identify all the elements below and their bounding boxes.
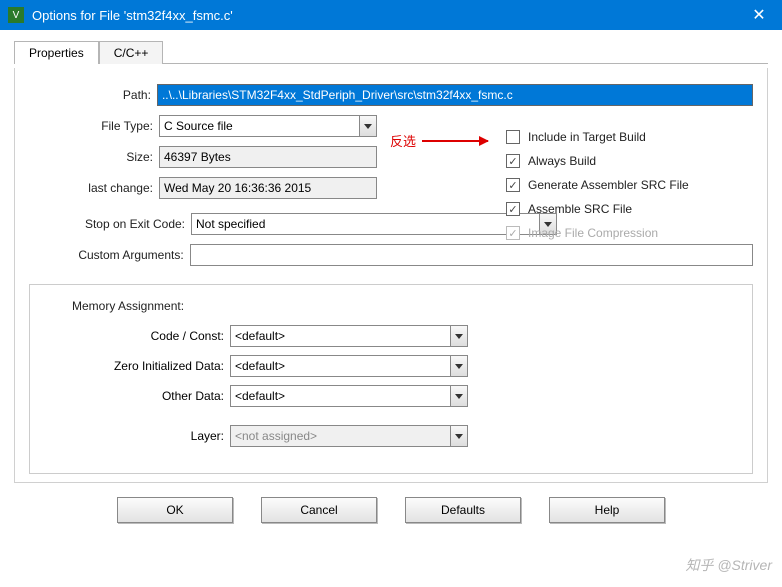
- filetype-label: File Type:: [29, 119, 159, 133]
- ok-button[interactable]: OK: [117, 497, 233, 523]
- help-button[interactable]: Help: [549, 497, 665, 523]
- filetype-input[interactable]: [159, 115, 359, 137]
- cancel-button[interactable]: Cancel: [261, 497, 377, 523]
- filetype-dropdown-button[interactable]: [359, 115, 377, 137]
- zero-init-combo[interactable]: [230, 355, 468, 377]
- filetype-combo[interactable]: [159, 115, 377, 137]
- title-bar: V Options for File 'stm32f4xx_fsmc.c' ✕: [0, 0, 782, 30]
- memory-title: Memory Assignment:: [44, 299, 738, 313]
- layer-label: Layer:: [44, 429, 230, 443]
- customargs-input[interactable]: [190, 244, 753, 266]
- zero-init-input[interactable]: [230, 355, 450, 377]
- window-title: Options for File 'stm32f4xx_fsmc.c': [32, 8, 736, 23]
- button-row: OK Cancel Defaults Help: [14, 497, 768, 523]
- other-data-input[interactable]: [230, 385, 450, 407]
- dialog-body: Properties C/C++ Path: File Type: Size: …: [0, 30, 782, 533]
- checkbox-column: Include in Target Build Always Build Gen…: [506, 130, 689, 240]
- app-icon: V: [8, 7, 24, 23]
- always-build-label: Always Build: [528, 154, 596, 168]
- stopcode-combo[interactable]: [191, 213, 557, 235]
- include-target-label: Include in Target Build: [528, 130, 646, 144]
- annotation-arrow-icon: [422, 140, 488, 142]
- path-label: Path:: [29, 88, 157, 102]
- tab-strip: Properties C/C++: [14, 40, 768, 64]
- gen-asm-checkbox[interactable]: [506, 178, 520, 192]
- tab-ccpp[interactable]: C/C++: [99, 41, 164, 64]
- path-input[interactable]: [157, 84, 753, 106]
- size-field: [159, 146, 377, 168]
- assemble-src-checkbox[interactable]: [506, 202, 520, 216]
- layer-input: [230, 425, 450, 447]
- size-label: Size:: [29, 150, 159, 164]
- code-const-input[interactable]: [230, 325, 450, 347]
- zero-init-label: Zero Initialized Data:: [44, 359, 230, 373]
- customargs-label: Custom Arguments:: [29, 248, 190, 262]
- lastchange-label: last change:: [29, 181, 159, 195]
- other-data-combo[interactable]: [230, 385, 468, 407]
- zero-init-dropdown-button[interactable]: [450, 355, 468, 377]
- code-const-dropdown-button[interactable]: [450, 325, 468, 347]
- lastchange-field: [159, 177, 377, 199]
- layer-dropdown-button[interactable]: [450, 425, 468, 447]
- stopcode-label: Stop on Exit Code:: [29, 217, 191, 231]
- stopcode-input[interactable]: [191, 213, 539, 235]
- include-target-checkbox[interactable]: [506, 130, 520, 144]
- memory-section: Memory Assignment: Code / Const: Zero In…: [29, 284, 753, 474]
- annotation-text: 反选: [390, 131, 416, 150]
- other-data-dropdown-button[interactable]: [450, 385, 468, 407]
- code-const-label: Code / Const:: [44, 329, 230, 343]
- defaults-button[interactable]: Defaults: [405, 497, 521, 523]
- layer-combo[interactable]: [230, 425, 468, 447]
- close-button[interactable]: ✕: [736, 0, 782, 30]
- assemble-src-label: Assemble SRC File: [528, 202, 632, 216]
- other-data-label: Other Data:: [44, 389, 230, 403]
- annotation: 反选: [390, 131, 488, 150]
- code-const-combo[interactable]: [230, 325, 468, 347]
- always-build-checkbox[interactable]: [506, 154, 520, 168]
- tab-properties[interactable]: Properties: [14, 41, 99, 64]
- image-compress-checkbox: [506, 226, 520, 240]
- image-compress-label: Image File Compression: [528, 226, 658, 240]
- watermark: 知乎 @Striver: [685, 555, 772, 575]
- gen-asm-label: Generate Assembler SRC File: [528, 178, 689, 192]
